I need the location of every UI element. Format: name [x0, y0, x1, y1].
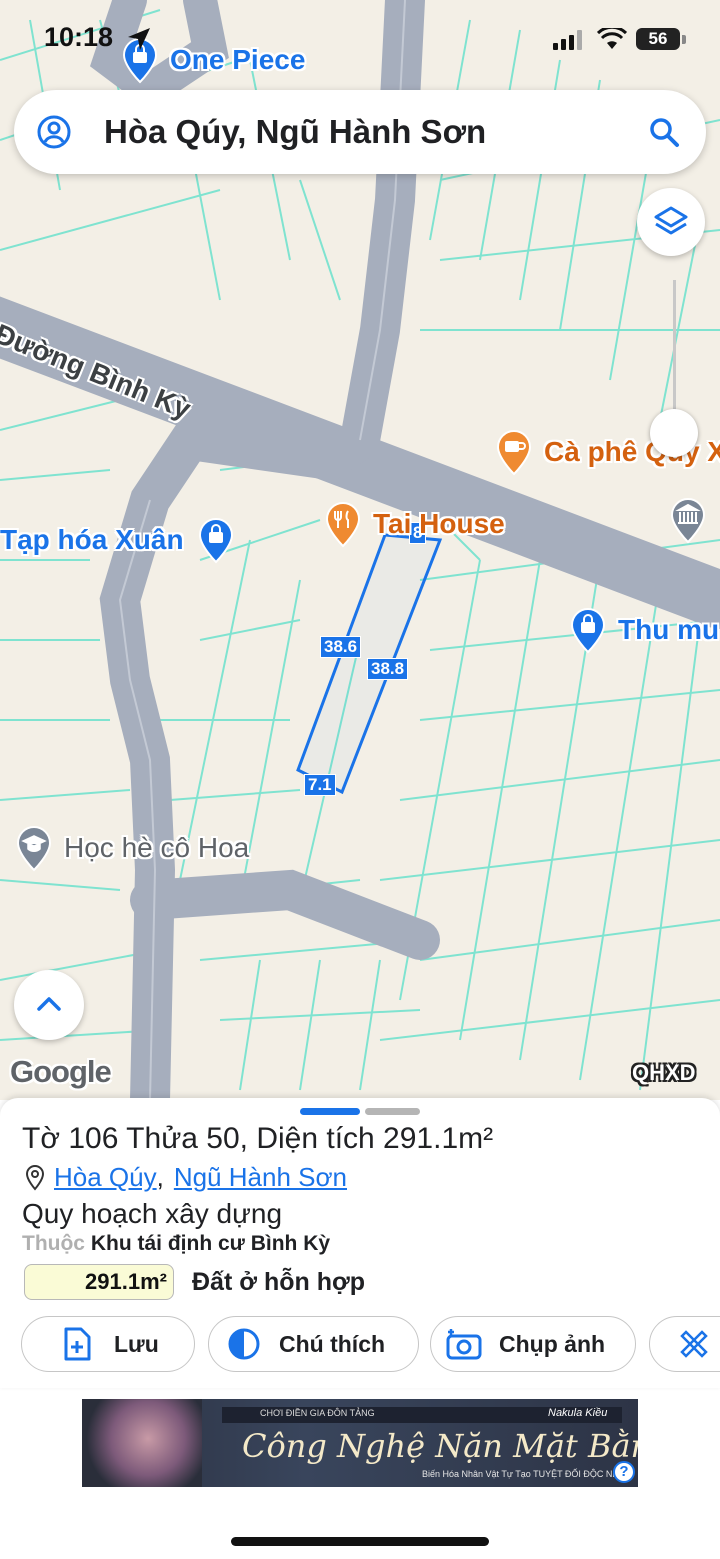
- signal-icon: [553, 30, 582, 50]
- capture-button-label: Chụp ảnh: [499, 1330, 606, 1357]
- poi-label: Tai House: [373, 508, 505, 539]
- sheet-page-indicator-active[interactable]: [300, 1108, 360, 1115]
- location-pin-icon: [25, 1164, 45, 1191]
- sheet-page-indicator[interactable]: [365, 1108, 420, 1115]
- ad-help-button[interactable]: ?: [613, 1461, 635, 1483]
- poi-hoc-he[interactable]: Học hè cô Hoa: [14, 824, 249, 872]
- expand-button[interactable]: [14, 970, 84, 1040]
- measure-button[interactable]: [649, 1316, 720, 1372]
- dimension-right: 38.8: [367, 658, 409, 680]
- layer-tag: QHXD: [632, 1060, 696, 1085]
- battery-tip: [682, 35, 686, 44]
- poi-label: Học hè cô Hoa: [64, 832, 250, 863]
- camera-icon: [446, 1329, 482, 1360]
- save-button[interactable]: Lưu: [21, 1316, 195, 1372]
- opacity-slider-handle[interactable]: [650, 409, 698, 457]
- legend-button-label: Chú thích: [279, 1330, 386, 1357]
- status-bar: 10:18 56: [0, 0, 720, 80]
- school-icon: [14, 824, 54, 872]
- map-view[interactable]: Đường Bình Kỳ 8 38.6 38.8 7.1 One Piece …: [0, 0, 720, 1100]
- ad-banner[interactable]: CHƠI ĐIỀN GIA ĐÔN TẢNG Nakula Kiều Công …: [82, 1399, 638, 1487]
- dimension-left: 38.6: [320, 636, 362, 658]
- poi-tai-house[interactable]: Tai House: [323, 500, 505, 548]
- action-bar: Lưu Chú thích Chụp ảnh: [0, 1316, 720, 1376]
- dimension-bottom: 7.1: [304, 774, 336, 796]
- land-type: Đất ở hỗn hợp: [192, 1267, 366, 1296]
- app-root: Đường Bình Kỳ 8 38.6 38.8 7.1 One Piece …: [0, 0, 720, 1559]
- ad-top-bar-text: CHƠI ĐIỀN GIA ĐÔN TẢNG: [260, 1408, 375, 1418]
- home-indicator[interactable]: [231, 1537, 489, 1546]
- ward-link[interactable]: Hòa Qúy: [54, 1162, 157, 1193]
- ad-brand: Nakula Kiều: [548, 1407, 608, 1419]
- ad-image: [82, 1399, 202, 1487]
- search-query[interactable]: Hòa Qúy, Ngũ Hành Sơn: [104, 113, 486, 151]
- address-row: Hòa Qúy, Ngũ Hành Sơn: [24, 1162, 347, 1193]
- poi-label: Thu mu: [618, 614, 720, 645]
- search-bar[interactable]: Hòa Qúy, Ngũ Hành Sơn: [14, 90, 706, 174]
- zone-row: Thuộc Khu tái định cư Bình Kỳ: [22, 1232, 330, 1256]
- area-row: 291.1m² Đất ở hỗn hợp: [24, 1264, 365, 1300]
- capture-button[interactable]: Chụp ảnh: [430, 1316, 636, 1372]
- half-circle-icon: [228, 1328, 260, 1360]
- parcel-title: Tờ 106 Thửa 50, Diện tích 291.1m²: [22, 1122, 494, 1155]
- zone-prefix: Thuộc: [22, 1232, 85, 1255]
- google-logo: Google: [10, 1054, 112, 1089]
- opacity-slider-track[interactable]: [673, 280, 676, 430]
- chevron-up-icon: [37, 997, 61, 1011]
- plan-title: Quy hoạch xây dựng: [22, 1198, 283, 1229]
- add-file-icon: [64, 1327, 91, 1361]
- search-icon[interactable]: [648, 116, 680, 148]
- restaurant-icon: [323, 500, 363, 548]
- location-arrow-icon: [128, 28, 150, 50]
- measure-tool-icon: [680, 1330, 708, 1358]
- shopping-bag-icon: [568, 606, 608, 654]
- zone-name: Khu tái định cư Bình Kỳ: [90, 1232, 331, 1255]
- museum-icon: [668, 496, 708, 544]
- area-badge: 291.1m²: [24, 1264, 174, 1300]
- legend-button[interactable]: Chú thích: [208, 1316, 419, 1372]
- ad-headline: Công Nghệ Nặn Mặt Bằng Ai: [242, 1427, 638, 1465]
- poi-tap-hoa-xuan[interactable]: Tạp hóa Xuân: [0, 516, 236, 564]
- poi-label: Tạp hóa Xuân: [0, 524, 184, 555]
- poi-thu-mu[interactable]: Thu mu: [568, 606, 719, 654]
- parcel-info-sheet[interactable]: Tờ 106 Thửa 50, Diện tích 291.1m² Hòa Qú…: [0, 1098, 720, 1388]
- layers-icon: [654, 206, 688, 235]
- poi-museum[interactable]: [668, 496, 708, 544]
- save-button-label: Lưu: [114, 1330, 159, 1357]
- layers-button[interactable]: [637, 188, 705, 256]
- wifi-icon: [597, 28, 627, 49]
- account-icon[interactable]: [36, 114, 72, 150]
- district-link[interactable]: Ngũ Hành Sơn: [174, 1162, 347, 1193]
- ad-subline: Biến Hóa Nhân Vật Tự Tạo TUYỆT ĐỐI ĐỘC N…: [422, 1469, 631, 1479]
- shopping-bag-icon: [196, 516, 236, 564]
- status-time: 10:18: [44, 22, 114, 52]
- battery-indicator: 56: [636, 28, 680, 50]
- coffee-icon: [494, 428, 534, 476]
